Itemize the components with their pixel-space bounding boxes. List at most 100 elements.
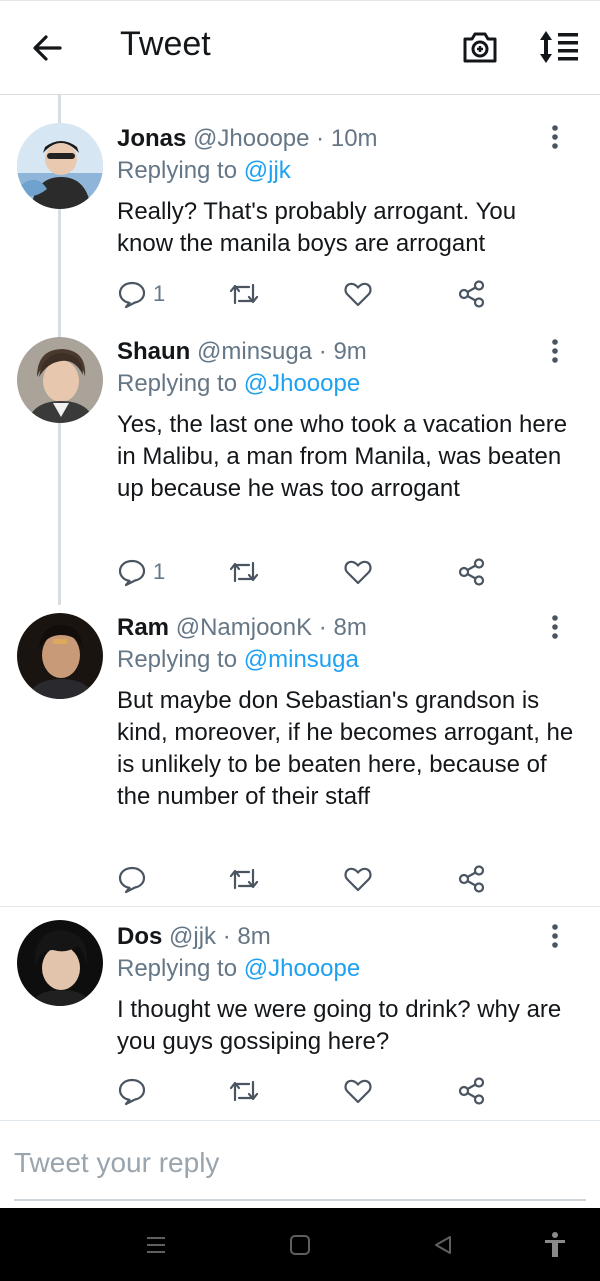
- sort-button[interactable]: [536, 27, 582, 67]
- avatar[interactable]: [17, 920, 103, 1006]
- display-name[interactable]: Shaun: [117, 338, 190, 365]
- more-vertical-icon: [552, 924, 558, 948]
- more-vertical-icon: [552, 125, 558, 149]
- reply-composer: [0, 1120, 600, 1208]
- input-underline: [14, 1199, 586, 1201]
- arrow-left-icon: [33, 35, 62, 61]
- mention-link[interactable]: @Jhooope: [244, 370, 360, 397]
- like-button[interactable]: [343, 1074, 373, 1108]
- share-button[interactable]: [457, 555, 487, 589]
- share-icon: [458, 280, 485, 308]
- timestamp: 10m: [330, 125, 378, 152]
- tweet[interactable]: Ram @NamjoonK · 8m Replying to @minsuga …: [0, 605, 600, 907]
- tweet-header: Ram @NamjoonK · 8m: [117, 614, 367, 642]
- tweet-actions: [117, 1074, 517, 1108]
- display-name[interactable]: Dos: [117, 923, 162, 950]
- user-handle: @Jhooope: [193, 125, 310, 152]
- heart-icon: [344, 1079, 372, 1104]
- tweet[interactable]: Shaun @minsuga · 9m Replying to @Jhooope…: [0, 315, 600, 605]
- timestamp: 9m: [333, 338, 367, 365]
- back-triangle-icon: [435, 1236, 451, 1254]
- tweet[interactable]: Dos @jjk · 8m Replying to @Jhooope I tho…: [0, 907, 600, 1119]
- tweet-header: Shaun @minsuga · 9m: [117, 338, 367, 366]
- share-button[interactable]: [457, 862, 487, 896]
- heart-icon: [344, 282, 372, 307]
- tweet-header: Jonas @Jhooope · 10m: [117, 125, 378, 153]
- like-button[interactable]: [343, 277, 373, 311]
- share-button[interactable]: [457, 1074, 487, 1108]
- replying-to: Replying to @Jhooope: [117, 370, 360, 398]
- more-options-button[interactable]: [545, 337, 565, 367]
- heart-icon: [344, 867, 372, 892]
- reply-count: 1: [153, 281, 166, 306]
- like-button[interactable]: [343, 862, 373, 896]
- tweet-actions: 1: [117, 277, 517, 311]
- replying-prefix: Replying to: [117, 370, 238, 397]
- tweet-text: But maybe don Sebastian's grandson is ki…: [117, 687, 574, 810]
- reply-bubble-icon: [118, 1078, 146, 1106]
- share-icon: [458, 1077, 485, 1105]
- replying-prefix: Replying to: [117, 646, 238, 673]
- menu-lines-icon: [147, 1237, 165, 1253]
- accessibility-button[interactable]: [540, 1230, 570, 1260]
- camera-plus-icon: [463, 32, 497, 63]
- retweet-button[interactable]: [227, 862, 261, 896]
- page-title: Tweet: [120, 25, 211, 63]
- mention-link[interactable]: @Jhooope: [244, 955, 360, 982]
- replying-to: Replying to @jjk: [117, 157, 291, 185]
- sort-list-icon: [540, 31, 578, 63]
- system-nav-bar: [0, 1208, 600, 1281]
- share-button[interactable]: [457, 277, 487, 311]
- app-header: Tweet: [0, 0, 600, 95]
- avatar[interactable]: [17, 613, 103, 699]
- reply-bubble-icon: [118, 559, 146, 587]
- like-button[interactable]: [343, 555, 373, 589]
- replying-prefix: Replying to: [117, 157, 238, 184]
- accessibility-icon: [545, 1232, 565, 1257]
- reply-button[interactable]: 1: [117, 555, 165, 589]
- more-options-button[interactable]: [545, 613, 565, 643]
- display-name[interactable]: Ram: [117, 614, 169, 641]
- separator-dot: ·: [318, 338, 327, 365]
- timestamp: 8m: [237, 923, 271, 950]
- mention-link[interactable]: @minsuga: [244, 646, 359, 673]
- reply-input[interactable]: [14, 1141, 584, 1185]
- retweet-icon: [229, 561, 259, 583]
- user-handle: @NamjoonK: [175, 614, 313, 641]
- reply-button[interactable]: 1: [117, 277, 165, 311]
- recent-apps-button[interactable]: [141, 1230, 171, 1260]
- separator-dot: ·: [222, 923, 231, 950]
- home-button[interactable]: [285, 1230, 315, 1260]
- retweet-button[interactable]: [227, 555, 261, 589]
- avatar[interactable]: [17, 123, 103, 209]
- retweet-button[interactable]: [227, 277, 261, 311]
- camera-button[interactable]: [460, 27, 500, 67]
- separator-dot: ·: [316, 125, 325, 152]
- back-nav-button[interactable]: [428, 1230, 458, 1260]
- tweet-text: Yes, the last one who took a vacation he…: [117, 411, 568, 502]
- retweet-button[interactable]: [227, 1074, 261, 1108]
- more-options-button[interactable]: [545, 123, 565, 153]
- share-icon: [458, 865, 485, 893]
- more-vertical-icon: [552, 615, 558, 639]
- user-handle: @minsuga: [197, 338, 313, 365]
- mention-link[interactable]: @jjk: [244, 157, 291, 184]
- replying-to: Replying to @Jhooope: [117, 955, 360, 983]
- user-handle: @jjk: [169, 923, 217, 950]
- avatar[interactable]: [17, 337, 103, 423]
- reply-button[interactable]: [117, 1074, 153, 1108]
- more-options-button[interactable]: [545, 922, 565, 952]
- reply-count: 1: [153, 559, 166, 584]
- replying-prefix: Replying to: [117, 955, 238, 982]
- reply-button[interactable]: [117, 862, 153, 896]
- reply-bubble-icon: [118, 281, 146, 309]
- reply-bubble-icon: [118, 866, 146, 894]
- share-icon: [458, 558, 485, 586]
- display-name[interactable]: Jonas: [117, 125, 186, 152]
- tweet[interactable]: Jonas @Jhooope · 10m Replying to @jjk Re…: [0, 95, 600, 315]
- timestamp: 8m: [333, 614, 367, 641]
- back-button[interactable]: [26, 27, 68, 69]
- retweet-icon: [229, 1080, 259, 1102]
- more-vertical-icon: [552, 339, 558, 363]
- home-square-icon: [290, 1235, 310, 1255]
